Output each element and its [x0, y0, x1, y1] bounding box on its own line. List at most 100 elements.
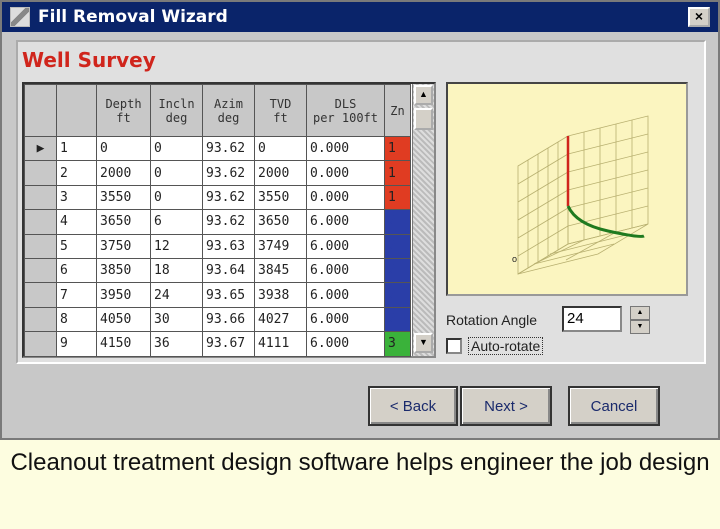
cell-dls[interactable]: 6.000	[306, 233, 385, 259]
cell-incl[interactable]: 12	[150, 233, 203, 259]
cell-dls[interactable]: 0.000	[306, 135, 385, 162]
zone-cell[interactable]: 2	[384, 233, 411, 259]
cell-dls[interactable]: 6.000	[306, 257, 385, 284]
cell-n[interactable]: 7	[56, 282, 97, 308]
table-row[interactable]: 8 4050 30 93.66 4027 6.000 2	[24, 306, 411, 333]
cell-dls[interactable]: 6.000	[306, 209, 385, 235]
cell-n[interactable]: 3	[56, 184, 97, 211]
row-selector[interactable]	[24, 331, 57, 357]
table-row[interactable]: 6 3850 18 93.64 3845 6.000 2	[24, 257, 411, 284]
scroll-up-button[interactable]: ▲	[414, 85, 433, 105]
cell-depth[interactable]: 3650	[96, 209, 151, 235]
auto-rotate-label[interactable]: Auto-rotate	[468, 337, 544, 355]
rotation-spinner[interactable]: ▲ ▼	[630, 306, 650, 334]
cell-dls[interactable]: 6.000	[306, 331, 385, 357]
column-header[interactable]	[24, 84, 57, 137]
row-selector[interactable]	[24, 306, 57, 333]
column-header[interactable]: Depth ft	[96, 84, 151, 137]
zone-cell[interactable]: 1	[384, 184, 411, 211]
cell-azim[interactable]: 93.62	[202, 184, 255, 211]
spin-up-button[interactable]: ▲	[630, 306, 650, 320]
back-button[interactable]: < Back	[368, 386, 458, 426]
row-selector[interactable]	[24, 160, 57, 186]
table-row[interactable]: 2 2000 0 93.62 2000 0.000 1	[24, 160, 411, 186]
cell-tvd[interactable]: 4027	[254, 306, 307, 333]
cancel-button[interactable]: Cancel	[568, 386, 660, 426]
cell-azim[interactable]: 93.65	[202, 282, 255, 308]
cell-incl[interactable]: 0	[150, 160, 203, 186]
column-header[interactable]: Azim deg	[202, 84, 255, 137]
table-row[interactable]: 9 4150 36 93.67 4111 6.000 3	[24, 331, 411, 357]
column-header[interactable]: Zn	[384, 84, 411, 137]
cell-depth[interactable]: 0	[96, 135, 151, 162]
row-selector[interactable]	[24, 233, 57, 259]
table-row[interactable]: 5 3750 12 93.63 3749 6.000 2	[24, 233, 411, 259]
cell-incl[interactable]: 24	[150, 282, 203, 308]
zone-cell[interactable]: 3	[384, 331, 411, 357]
zone-cell[interactable]: 2	[384, 306, 411, 333]
cell-n[interactable]: 8	[56, 306, 97, 333]
grid-scrollbar[interactable]: ▲ ▼	[412, 84, 434, 356]
cell-azim[interactable]: 93.66	[202, 306, 255, 333]
cell-n[interactable]: 2	[56, 160, 97, 186]
cell-incl[interactable]: 0	[150, 184, 203, 211]
cell-dls[interactable]: 0.000	[306, 184, 385, 211]
zone-cell[interactable]: 1	[384, 160, 411, 186]
cell-n[interactable]: 1	[56, 135, 97, 162]
cell-azim[interactable]: 93.64	[202, 257, 255, 284]
cell-n[interactable]: 9	[56, 331, 97, 357]
cell-dls[interactable]: 0.000	[306, 160, 385, 186]
column-header[interactable]: TVD ft	[254, 84, 307, 137]
cell-azim[interactable]: 93.62	[202, 209, 255, 235]
row-selector[interactable]	[24, 209, 57, 235]
column-header[interactable]: DLS per 100ft	[306, 84, 385, 137]
table-row[interactable]: 3 3550 0 93.62 3550 0.000 1	[24, 184, 411, 211]
table-row[interactable]: 4 3650 6 93.62 3650 6.000 2	[24, 209, 411, 235]
cell-depth[interactable]: 3850	[96, 257, 151, 284]
zone-cell[interactable]: 2	[384, 282, 411, 308]
cell-incl[interactable]: 6	[150, 209, 203, 235]
table-row[interactable]: ▶ 1 0 0 93.62 0 0.000 1	[24, 135, 411, 162]
cell-tvd[interactable]: 3938	[254, 282, 307, 308]
cell-tvd[interactable]: 2000	[254, 160, 307, 186]
cell-incl[interactable]: 36	[150, 331, 203, 357]
row-selector[interactable]	[24, 282, 57, 308]
row-selector[interactable]	[24, 257, 57, 284]
close-button[interactable]: ×	[688, 7, 710, 27]
cell-incl[interactable]: 18	[150, 257, 203, 284]
cell-n[interactable]: 4	[56, 209, 97, 235]
auto-rotate-checkbox[interactable]	[446, 338, 462, 354]
survey-grid[interactable]: Depth ft Incln deg Azim deg TVD ft DLS per 1…	[22, 82, 436, 358]
zone-cell[interactable]: 1	[384, 135, 411, 162]
cell-tvd[interactable]: 4111	[254, 331, 307, 357]
spin-down-button[interactable]: ▼	[630, 320, 650, 334]
cell-incl[interactable]: 0	[150, 135, 203, 162]
cell-depth[interactable]: 3750	[96, 233, 151, 259]
cell-tvd[interactable]: 3550	[254, 184, 307, 211]
cell-azim[interactable]: 93.62	[202, 160, 255, 186]
cell-tvd[interactable]: 0	[254, 135, 307, 162]
cell-n[interactable]: 5	[56, 233, 97, 259]
cell-n[interactable]: 6	[56, 257, 97, 284]
cell-depth[interactable]: 3550	[96, 184, 151, 211]
cell-depth[interactable]: 4150	[96, 331, 151, 357]
scroll-down-button[interactable]: ▼	[414, 333, 433, 353]
cell-depth[interactable]: 2000	[96, 160, 151, 186]
cell-tvd[interactable]: 3749	[254, 233, 307, 259]
zone-cell[interactable]: 2	[384, 257, 411, 284]
scroll-thumb[interactable]	[414, 108, 433, 130]
zone-cell[interactable]: 2	[384, 209, 411, 235]
cell-depth[interactable]: 4050	[96, 306, 151, 333]
cell-azim[interactable]: 93.62	[202, 135, 255, 162]
cell-tvd[interactable]: 3650	[254, 209, 307, 235]
row-selector[interactable]: ▶	[24, 135, 57, 162]
cell-tvd[interactable]: 3845	[254, 257, 307, 284]
well-3d-plot[interactable]: o	[446, 82, 688, 296]
cell-azim[interactable]: 93.63	[202, 233, 255, 259]
cell-incl[interactable]: 30	[150, 306, 203, 333]
cell-dls[interactable]: 6.000	[306, 306, 385, 333]
cell-dls[interactable]: 6.000	[306, 282, 385, 308]
row-selector[interactable]	[24, 184, 57, 211]
next-button[interactable]: Next >	[460, 386, 552, 426]
column-header[interactable]: Incln deg	[150, 84, 203, 137]
